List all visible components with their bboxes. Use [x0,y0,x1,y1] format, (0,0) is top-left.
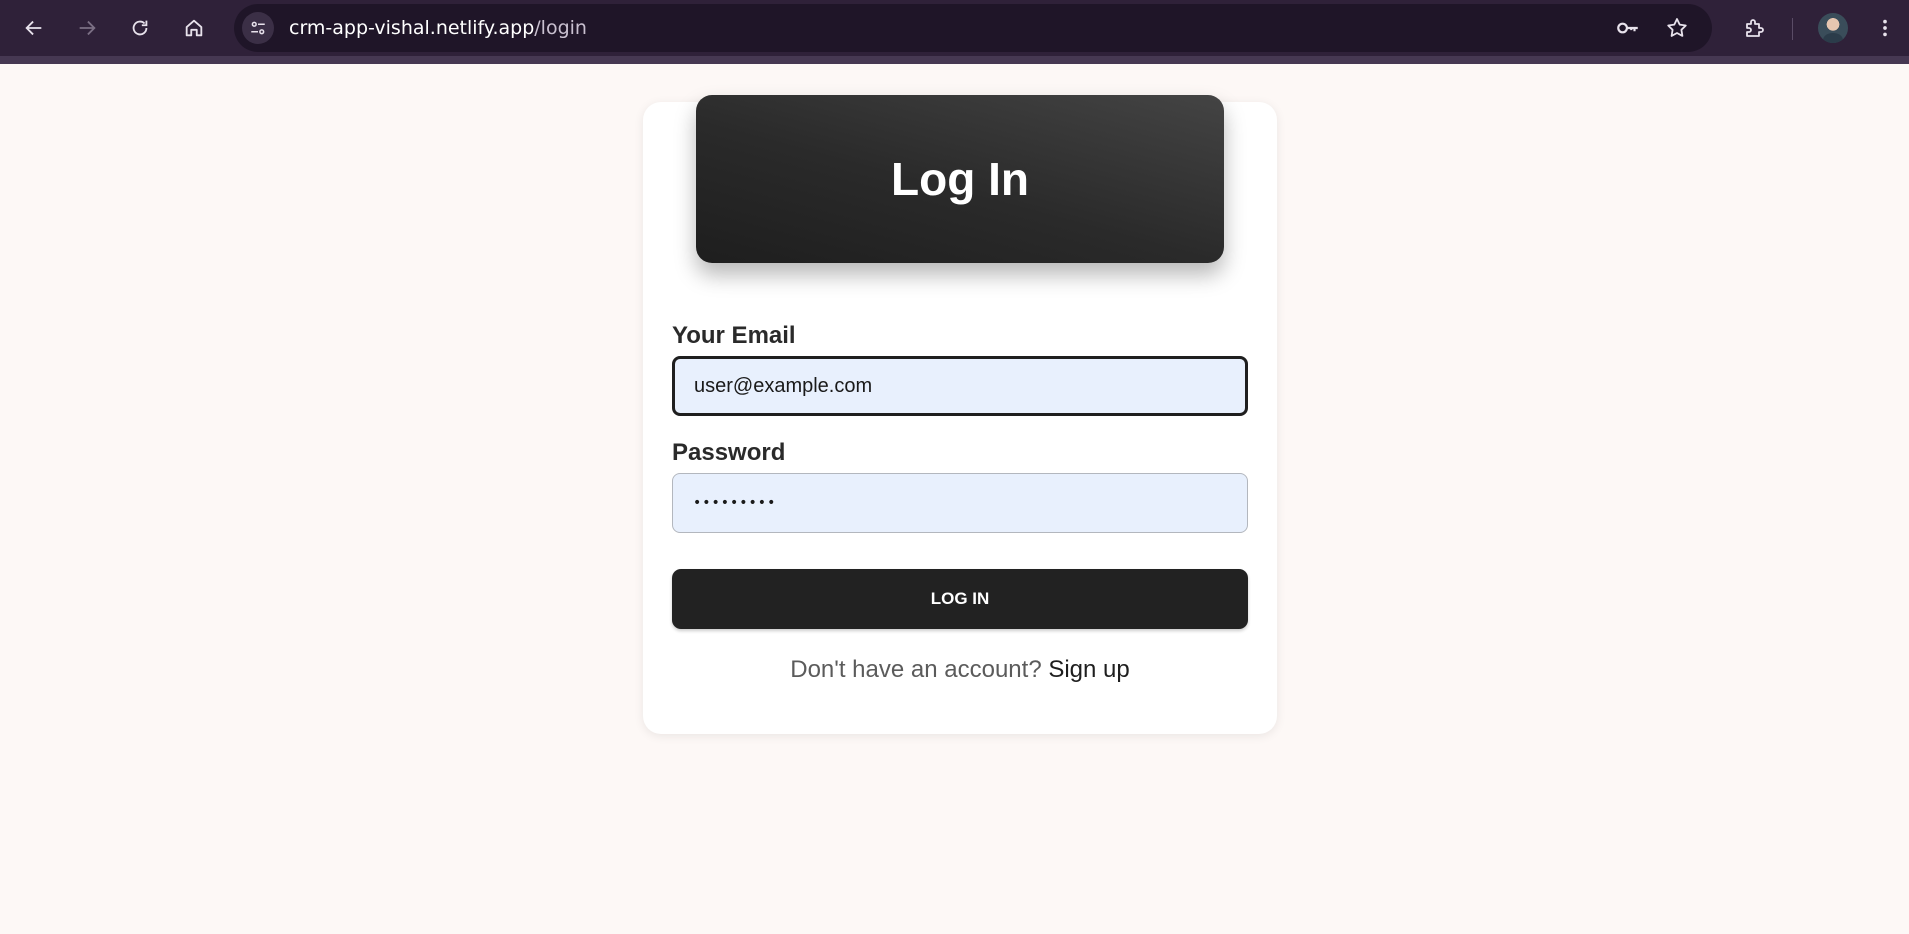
toolbar-divider [1792,18,1793,40]
key-icon [1617,22,1638,34]
signup-link[interactable]: Sign up [1048,656,1129,683]
address-bar[interactable]: crm-app-vishal.netlify.app/login [234,4,1712,52]
page-title: Log In [891,153,1029,205]
signup-prompt-text: Don't have an account? [790,656,1042,683]
url-text[interactable]: crm-app-vishal.netlify.app/login [289,4,587,52]
toolbar-bottom-strip [0,56,1909,64]
puzzle-icon [1746,19,1764,37]
browser-menu-button[interactable] [1867,10,1903,46]
login-header: Log In [696,95,1224,263]
password-label: Password [672,439,786,466]
star-icon [1667,18,1687,37]
site-info-button[interactable] [242,12,274,44]
arrow-right-icon [79,20,96,36]
back-button[interactable] [16,10,52,46]
url-host: crm-app-vishal.netlify.app [289,17,535,39]
kebab-menu-icon [1883,19,1887,37]
bookmark-button[interactable] [1663,14,1691,42]
signup-prompt-row: Don't have an account? Sign up [672,656,1248,684]
forward-button[interactable] [69,10,105,46]
password-input[interactable] [672,473,1248,533]
tune-icon [251,21,265,35]
home-icon [185,19,203,37]
login-button[interactable]: LOG IN [672,569,1248,629]
profile-avatar[interactable] [1818,13,1848,43]
home-button[interactable] [176,10,212,46]
extensions-button[interactable] [1736,10,1772,46]
password-manager-button[interactable] [1614,14,1642,42]
url-path: /login [534,17,587,39]
reload-button[interactable] [122,10,158,46]
email-label: Your Email [672,322,796,349]
email-input[interactable] [672,356,1248,416]
arrow-left-icon [25,20,42,36]
browser-toolbar: crm-app-vishal.netlify.app/login [0,0,1909,64]
reload-icon [132,20,148,36]
